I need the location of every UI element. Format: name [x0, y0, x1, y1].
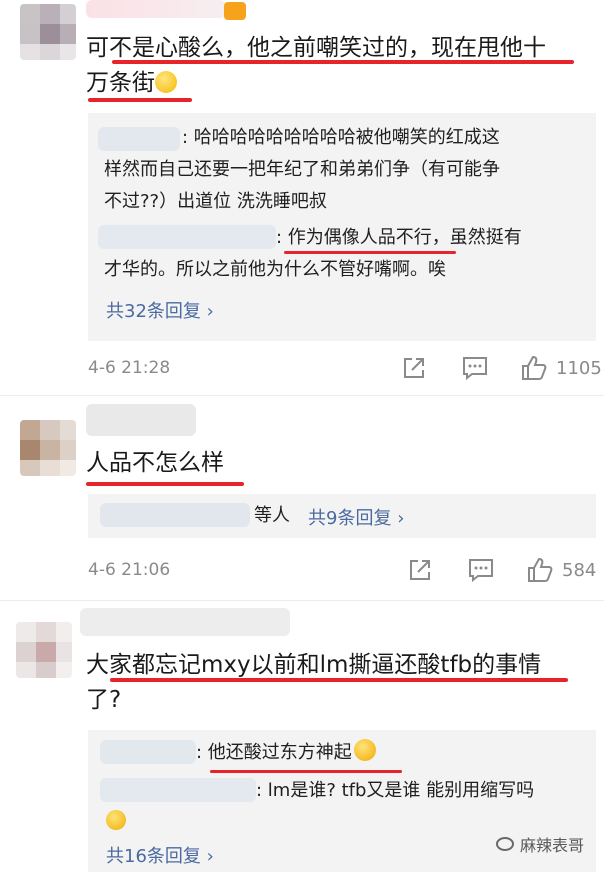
timestamp: 4-6 21:06: [88, 560, 171, 580]
scream-emoji-icon: [353, 739, 376, 761]
more-replies-link[interactable]: 共32条回复 ›: [106, 297, 214, 323]
username-blurred[interactable]: [86, 0, 226, 18]
reply-text: 不过??）出道位 洗洗睡吧叔: [104, 191, 327, 212]
reply-text: : 作为偶像人品不行，虽然挺有: [276, 227, 522, 248]
highlight-underline: [284, 251, 456, 254]
highlight-underline: [110, 678, 568, 682]
reply-username-blurred[interactable]: [98, 127, 180, 151]
crying-laugh-emoji-icon: [106, 810, 126, 830]
more-replies-link[interactable]: 共9条回复 ›: [308, 504, 404, 530]
reply-text: : lm是谁? tfb又是谁 能别用缩写吗: [256, 780, 535, 801]
avatar[interactable]: [16, 622, 72, 678]
divider: [0, 600, 604, 601]
chevron-right-icon: ›: [206, 301, 214, 322]
reply-box: 等人 共9条回复 ›: [88, 494, 596, 538]
reply-text: 样然而自己还要一把年纪了和弟弟们争（有可能争: [104, 159, 500, 180]
highlight-underline: [112, 60, 574, 64]
like-icon[interactable]: [526, 556, 554, 584]
watermark: 麻辣表哥: [495, 832, 584, 856]
avatar[interactable]: [20, 4, 76, 60]
reply-username-blurred[interactable]: [100, 778, 256, 802]
comment-text: 人品不怎么样: [86, 450, 224, 476]
username-blurred[interactable]: [80, 608, 290, 636]
share-icon[interactable]: [408, 558, 432, 582]
comment-icon[interactable]: [462, 356, 488, 380]
comment-text: 大家都忘记mxy以前和lm撕逼还酸tfb的事情 了?: [86, 652, 542, 713]
like-icon[interactable]: [520, 354, 548, 382]
like-count: 584: [562, 560, 597, 581]
chevron-right-icon: ›: [397, 508, 405, 529]
comment-text: 可不是心酸么，他之前嘲笑过的，现在甩他十 万条街: [86, 35, 546, 96]
vip-badge-icon: [224, 2, 246, 20]
reply-username-blurred[interactable]: [100, 503, 250, 527]
chevron-right-icon: ›: [206, 846, 214, 867]
wechat-logo-icon: [495, 837, 514, 851]
highlight-underline: [86, 482, 244, 486]
smile-emoji-icon: [155, 71, 177, 93]
highlight-underline: [210, 770, 402, 773]
username-blurred[interactable]: [86, 404, 196, 436]
reply-text: : 他还酸过东方神起: [196, 738, 376, 768]
highlight-underline: [88, 98, 192, 102]
reply-text: : 哈哈哈哈哈哈哈哈哈被他嘲笑的红成这: [182, 127, 500, 148]
comment-icon[interactable]: [468, 558, 494, 582]
reply-text: 才华的。所以之前他为什么不管好嘴啊。唉: [104, 259, 446, 280]
divider: [0, 395, 604, 396]
reply-text: 等人: [254, 505, 290, 526]
share-icon[interactable]: [402, 356, 426, 380]
like-count: 1105: [556, 358, 602, 379]
timestamp: 4-6 21:28: [88, 358, 171, 378]
avatar[interactable]: [20, 420, 76, 476]
reply-username-blurred[interactable]: [100, 740, 196, 764]
reply-username-blurred[interactable]: [98, 225, 276, 249]
reply-box: : 哈哈哈哈哈哈哈哈哈被他嘲笑的红成这 样然而自己还要一把年纪了和弟弟们争（有可…: [88, 113, 596, 341]
more-replies-link[interactable]: 共16条回复 ›: [106, 842, 214, 868]
